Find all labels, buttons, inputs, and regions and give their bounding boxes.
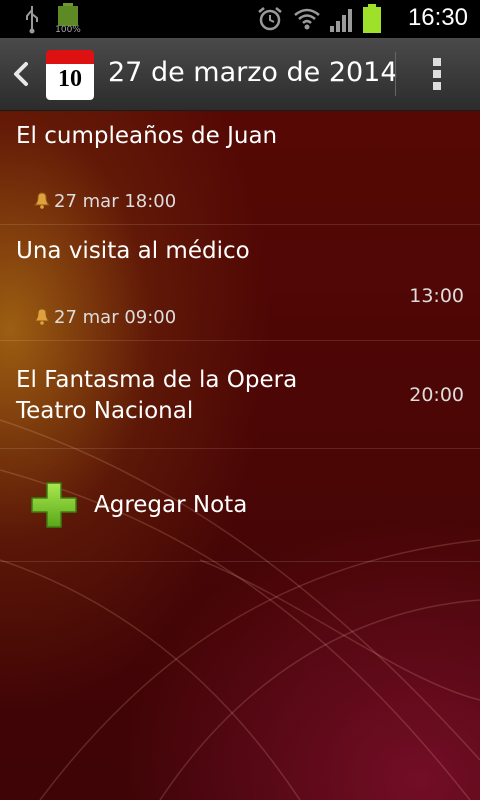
action-bar-divider: [395, 52, 396, 96]
overflow-menu-button[interactable]: [428, 56, 446, 94]
event-row[interactable]: Una visita al médico 13:00 27 mar 09:00: [0, 225, 480, 341]
event-row[interactable]: El Fantasma de la Opera Teatro Nacional …: [0, 341, 480, 449]
wifi-icon: [294, 8, 320, 30]
status-bar: 100% 16:30: [0, 0, 480, 38]
event-time: 13:00: [409, 285, 464, 307]
event-alarm-text: 27 mar 18:00: [54, 191, 177, 212]
back-button[interactable]: [8, 58, 34, 90]
battery-full-icon: 100%: [55, 3, 81, 35]
battery-icon: [362, 4, 382, 34]
calendar-day: 10: [58, 66, 82, 92]
page-title: 27 de marzo de 2014: [108, 57, 398, 88]
event-title: El Fantasma de la Opera Teatro Nacional: [16, 367, 298, 424]
event-alarm: 27 mar 18:00: [32, 191, 176, 212]
usb-icon: [26, 6, 38, 34]
event-title: El cumpleaños de Juan: [16, 123, 278, 149]
event-row[interactable]: El cumpleaños de Juan 27 mar 18:00: [0, 111, 480, 225]
event-time: 20:00: [409, 384, 464, 406]
event-title: Una visita al médico: [16, 238, 250, 264]
add-note-button[interactable]: Agregar Nota: [0, 449, 480, 562]
signal-icon: [330, 9, 352, 32]
plus-icon: [31, 482, 77, 528]
event-alarm: 27 mar 09:00: [32, 307, 176, 328]
add-note-label: Agregar Nota: [94, 492, 248, 518]
action-bar: 10 27 de marzo de 2014: [0, 38, 480, 111]
calendar-icon[interactable]: 10: [46, 50, 94, 100]
bell-icon: [33, 308, 51, 325]
event-alarm-text: 27 mar 09:00: [54, 307, 177, 328]
alarm-icon: [258, 7, 282, 31]
clock: 16:30: [407, 4, 468, 31]
bell-icon: [33, 192, 51, 209]
battery-percent: 100%: [55, 25, 81, 35]
event-list: El cumpleaños de Juan 27 mar 18:00 Una v…: [0, 111, 480, 562]
